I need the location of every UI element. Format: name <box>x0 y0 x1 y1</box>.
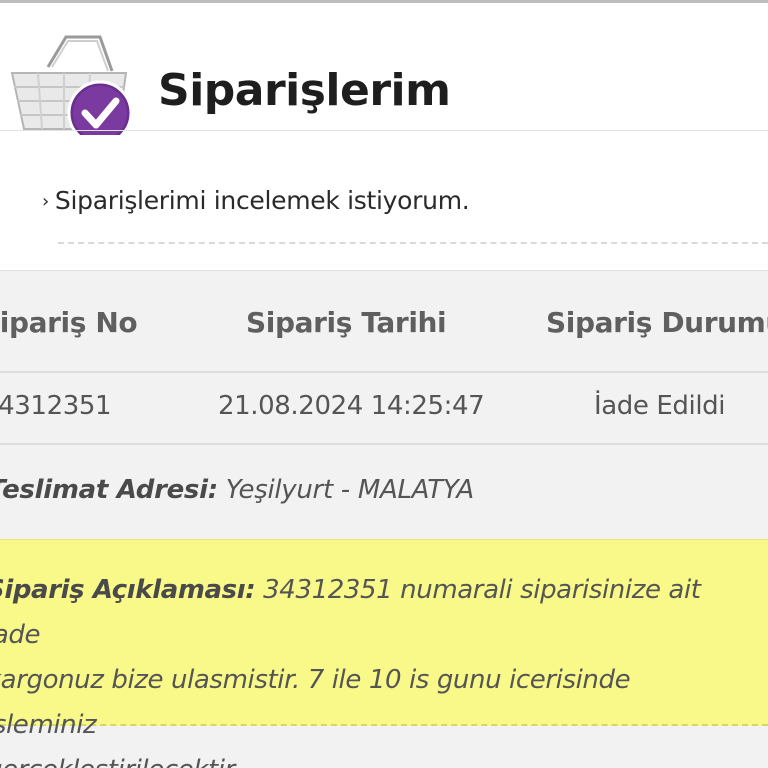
order-note-line-3: gerceklestirilecektir. <box>0 755 241 768</box>
dashed-divider <box>58 242 768 244</box>
delivery-address-label: Teslimat Adresi: <box>0 475 218 505</box>
order-note: Sipariş Açıklaması: 34312351 numarali si… <box>0 539 768 768</box>
order-card: Sipariş No Sipariş Tarihi Sipariş Durumu… <box>0 270 768 768</box>
order-note-label: Sipariş Açıklaması: <box>0 575 256 605</box>
column-header-order-no: Sipariş No <box>0 306 138 339</box>
delivery-address: Teslimat Adresi: Yeşilyurt - MALATYA <box>0 475 474 505</box>
page-header: Siparişlerim <box>0 3 768 135</box>
page-title: Siparişlerim <box>158 65 451 116</box>
order-note-text: Sipariş Açıklaması: 34312351 numarali si… <box>0 568 746 768</box>
table-row-divider <box>0 443 768 445</box>
chevron-right-icon: › <box>42 191 49 212</box>
header-divider <box>0 130 768 131</box>
table-header-divider <box>0 371 768 373</box>
order-note-line-2: kargonuz bize ulasmistir. 7 ile 10 is gu… <box>0 665 631 740</box>
column-header-order-date: Sipariş Tarihi <box>246 306 447 339</box>
column-header-order-status: Sipariş Durumu <box>546 306 768 339</box>
shopping-basket-check-icon <box>10 35 133 135</box>
order-status: İade Edildi <box>594 391 726 421</box>
delivery-address-value: Yeşilyurt - MALATYA <box>225 475 474 505</box>
order-number: 34312351 <box>0 391 112 421</box>
orders-review-link-label: Siparişlerimi incelemek istiyorum. <box>54 186 470 215</box>
orders-page: Siparişlerim › Siparişlerimi incelemek is… <box>0 0 768 768</box>
orders-review-link[interactable]: › Siparişlerimi incelemek istiyorum. <box>42 186 470 215</box>
order-date: 21.08.2024 14:25:47 <box>218 391 485 421</box>
